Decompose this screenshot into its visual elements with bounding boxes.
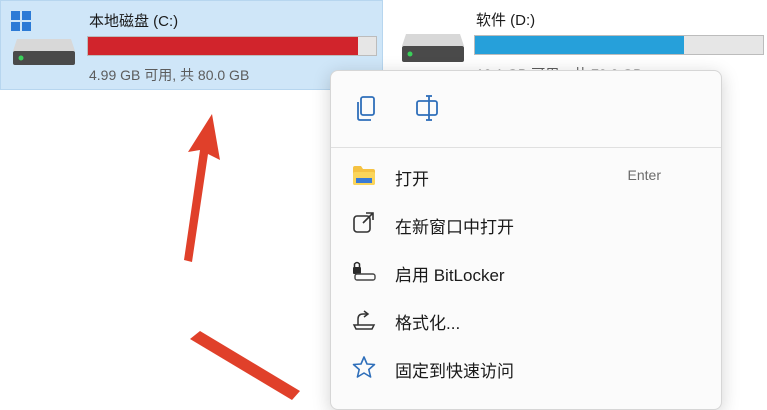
drive-c-usage-bar	[87, 36, 377, 56]
copy-button[interactable]	[351, 91, 385, 125]
menu-item-open-shortcut: Enter	[627, 167, 661, 183]
menu-item-bitlocker-label: 启用 BitLocker	[395, 266, 505, 285]
menu-item-format[interactable]: 格式化...	[331, 297, 721, 341]
folder-icon	[353, 166, 375, 185]
drive-d-icon	[402, 34, 464, 62]
drive-d-usage-bar	[474, 35, 764, 55]
annotation-arrow-lower	[190, 331, 300, 400]
drive-c-tile[interactable]: 本地磁盘 (C:) 4.99 GB 可用, 共 80.0 GB	[0, 0, 383, 90]
drive-d-usage-fill	[475, 36, 685, 54]
menu-item-open-label: 打开	[395, 170, 429, 189]
rename-button[interactable]	[411, 91, 445, 125]
menu-item-pin-quick-access[interactable]: 固定到快速访问	[331, 345, 721, 389]
drive-c-free-space: 4.99 GB 可用, 共 80.0 GB	[89, 67, 250, 83]
menu-item-bitlocker[interactable]: 启用 BitLocker	[331, 249, 721, 293]
drive-c-icon	[11, 11, 75, 65]
menu-item-pin-quick-access-label: 固定到快速访问	[395, 362, 514, 381]
annotation-arrow-up	[184, 114, 220, 262]
rename-icon	[416, 95, 438, 121]
star-icon	[352, 356, 376, 378]
copy-icon	[357, 96, 375, 121]
bitlocker-key-icon	[353, 261, 376, 281]
drive-c-name: 本地磁盘 (C:)	[89, 13, 179, 30]
drive-c-usage-fill	[88, 37, 359, 55]
context-menu: 打开 Enter 在新窗口中打开 启用 BitLocker 格式化... 固定到…	[330, 70, 722, 410]
drive-d-name: 软件 (D:)	[476, 12, 536, 29]
context-menu-quick-actions	[331, 71, 721, 147]
format-drive-icon	[352, 310, 376, 330]
menu-item-open[interactable]: 打开 Enter	[331, 153, 721, 197]
menu-item-open-new-window[interactable]: 在新窗口中打开	[331, 201, 721, 245]
menu-item-open-new-window-label: 在新窗口中打开	[395, 218, 514, 237]
menu-item-format-label: 格式化...	[395, 314, 461, 333]
context-menu-separator	[331, 147, 721, 148]
open-new-window-icon	[353, 212, 374, 233]
